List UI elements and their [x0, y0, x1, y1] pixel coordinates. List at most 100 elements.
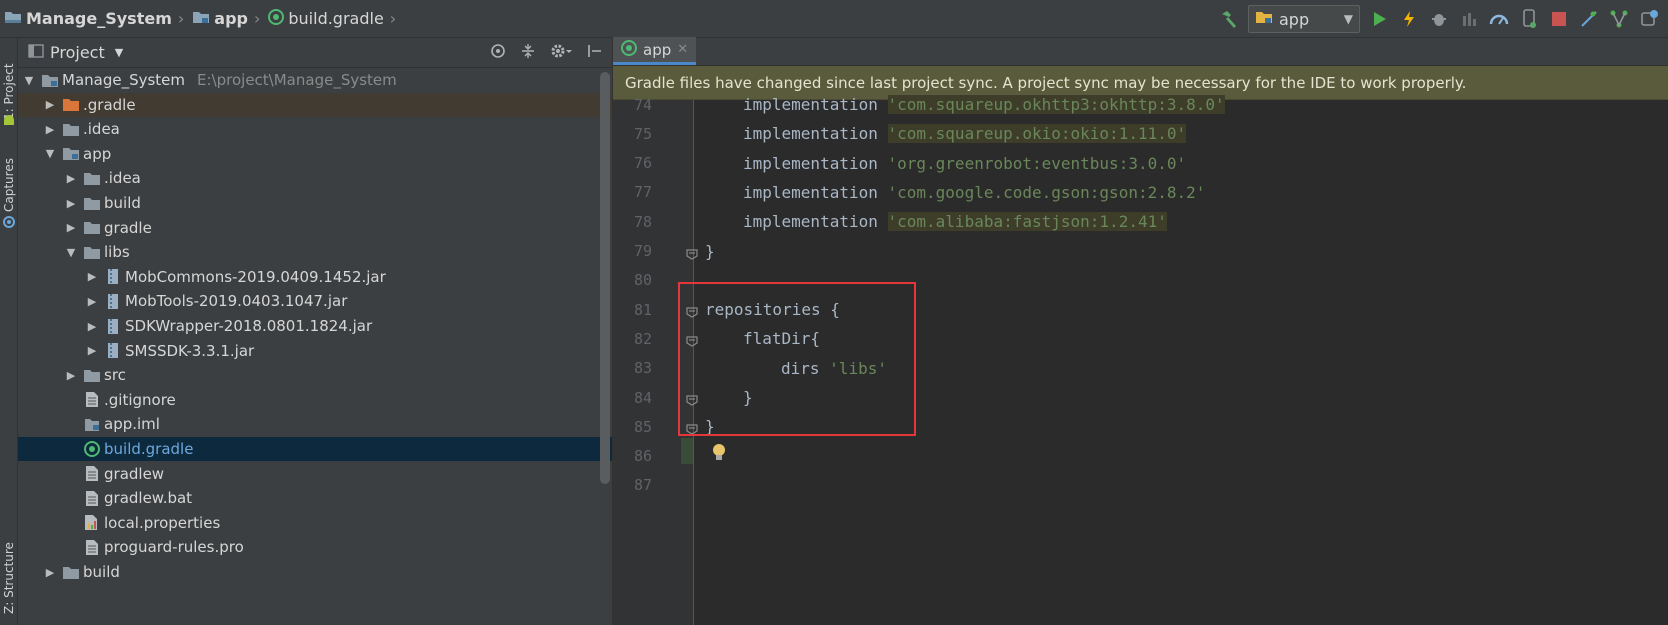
- chevron-right-icon[interactable]: ▶: [85, 320, 99, 333]
- tree-item-label: build.gradle: [104, 440, 194, 458]
- chevron-down-icon[interactable]: ▼: [43, 147, 57, 160]
- tree-row[interactable]: ▶ build: [18, 560, 612, 584]
- module-folder-icon: [40, 71, 60, 89]
- tree-item-label: MobTools-2019.0403.1047.jar: [125, 292, 348, 311]
- jar-icon: [103, 317, 123, 335]
- tree-row[interactable]: ▼ app: [18, 142, 612, 166]
- stop-icon[interactable]: [1548, 8, 1570, 30]
- code-string: 'com.squareup.okio:okio:1.11.0': [887, 124, 1187, 144]
- tree-row[interactable]: local.properties: [18, 511, 612, 535]
- debug-icon[interactable]: [1428, 8, 1450, 30]
- tree-item-label: SDKWrapper-2018.0801.1824.jar: [125, 317, 373, 335]
- folder-icon: [82, 219, 102, 237]
- code-string: 'org.greenrobot:eventbus:3.0.0': [887, 153, 1187, 173]
- apply-changes-icon[interactable]: [1398, 8, 1420, 30]
- profile-icon[interactable]: [1488, 8, 1510, 30]
- project-view-select[interactable]: Project: [50, 43, 105, 62]
- main-toolbar: app ▼: [1218, 0, 1668, 38]
- hammer-icon[interactable]: [1218, 8, 1240, 30]
- chevron-down-icon[interactable]: ▼: [115, 46, 123, 59]
- chevron-right-icon[interactable]: ▶: [85, 270, 99, 283]
- chevron-right-icon[interactable]: ▶: [85, 344, 99, 357]
- chevron-right-icon[interactable]: ▶: [43, 123, 57, 136]
- chevron-right-icon: ›: [253, 9, 261, 28]
- structure-tool-tab[interactable]: Z: Structure: [0, 508, 18, 618]
- chevron-right-icon[interactable]: ▶: [43, 566, 57, 579]
- tree-row[interactable]: ▶ MobCommons-2019.0409.1452.jar: [18, 265, 612, 289]
- module-folder-icon: [61, 145, 81, 163]
- chevron-right-icon[interactable]: ▶: [64, 197, 78, 210]
- run-icon[interactable]: [1368, 8, 1390, 30]
- chevron-right-icon[interactable]: ▶: [64, 221, 78, 234]
- avd-icon[interactable]: [1518, 8, 1540, 30]
- project-folder-icon: [4, 9, 22, 29]
- gradle-icon: [82, 440, 102, 458]
- iml-icon: [82, 415, 102, 433]
- breadcrumb-file[interactable]: build.gradle ›: [268, 8, 400, 29]
- gear-icon[interactable]: [550, 43, 572, 63]
- close-icon[interactable]: ✕: [677, 42, 688, 57]
- gradle-icon: [621, 39, 637, 60]
- project-tree-scrollbar[interactable]: [600, 72, 610, 484]
- folder-icon: [82, 366, 102, 384]
- breadcrumb-project[interactable]: Manage_System ›: [4, 9, 188, 29]
- line-number: 87: [633, 476, 652, 495]
- hide-panel-icon[interactable]: [586, 43, 602, 63]
- breadcrumb-module[interactable]: app ›: [192, 9, 264, 29]
- chevron-down-icon[interactable]: ▼: [64, 246, 78, 259]
- tree-row[interactable]: .gitignore: [18, 388, 612, 412]
- locate-icon[interactable]: [490, 43, 506, 63]
- tree-row[interactable]: ▼ libs: [18, 240, 612, 264]
- line-number: 79: [633, 242, 652, 260]
- sync-icon[interactable]: [1578, 8, 1600, 30]
- tree-row[interactable]: ▶ src: [18, 363, 612, 387]
- breadcrumb: Manage_System › app › build.gradle ›: [0, 8, 404, 29]
- chevron-right-icon[interactable]: ▶: [64, 172, 78, 185]
- fold-marker-icon[interactable]: [685, 245, 699, 260]
- file-icon: [82, 489, 102, 507]
- tree-row[interactable]: ▼ Manage_System E:\project\Manage_System: [18, 68, 612, 92]
- lightbulb-icon[interactable]: [711, 443, 727, 463]
- chevron-down-icon[interactable]: ▼: [22, 74, 36, 87]
- tree-row[interactable]: gradlew: [18, 462, 612, 486]
- properties-icon: [82, 514, 102, 532]
- device-icon[interactable]: [1638, 8, 1660, 30]
- folder-orange-icon: [61, 96, 81, 114]
- tree-item-label: .gradle: [83, 95, 136, 114]
- code-line: implementation 'com.squareup.okio:okio:1…: [695, 119, 1668, 148]
- tree-row[interactable]: ▶ gradle: [18, 216, 612, 240]
- tree-row[interactable]: ▶ SDKWrapper-2018.0801.1824.jar: [18, 314, 612, 338]
- attach-icon[interactable]: [1458, 8, 1480, 30]
- tree-row[interactable]: ▶ .idea: [18, 166, 612, 190]
- tree-item-path: E:\project\Manage_System: [197, 71, 397, 89]
- annotation-highlight-box: [678, 282, 916, 436]
- sdk-icon[interactable]: [1608, 8, 1630, 30]
- android-icon: [2, 112, 16, 126]
- code-string: 'com.squareup.okhttp3:okhttp:3.8.0': [887, 95, 1225, 114]
- module-folder-icon: [192, 9, 210, 29]
- folder-icon: [82, 169, 102, 187]
- tree-row[interactable]: ▶ .gradle: [18, 92, 612, 117]
- tree-row[interactable]: gradlew.bat: [18, 486, 612, 510]
- tree-item-label: app.iml: [104, 415, 160, 434]
- tree-item-label: MobCommons-2019.0409.1452.jar: [125, 267, 386, 286]
- tree-item-label: gradlew.bat: [104, 489, 193, 508]
- chevron-right-icon[interactable]: ▶: [64, 369, 78, 382]
- code-line: }: [695, 237, 1668, 266]
- run-configuration-select[interactable]: app ▼: [1248, 5, 1360, 33]
- collapse-all-icon[interactable]: [520, 43, 536, 63]
- chevron-down-icon: ▼: [1343, 12, 1353, 26]
- chevron-right-icon[interactable]: ▶: [43, 98, 57, 111]
- tree-row[interactable]: proguard-rules.pro: [18, 535, 612, 559]
- editor-tab-app[interactable]: app ✕: [613, 37, 697, 65]
- tree-row[interactable]: app.iml: [18, 412, 612, 436]
- tree-row[interactable]: ▶ build: [18, 191, 612, 215]
- tree-row[interactable]: ▶ .idea: [18, 117, 612, 141]
- chevron-right-icon[interactable]: ▶: [85, 295, 99, 308]
- chevron-right-icon: ›: [177, 9, 185, 28]
- tree-row[interactable]: build.gradle: [18, 437, 612, 461]
- tree-row[interactable]: ▶ MobTools-2019.0403.1047.jar: [18, 289, 612, 313]
- tree-row[interactable]: ▶ SMSSDK-3.3.1.jar: [18, 339, 612, 363]
